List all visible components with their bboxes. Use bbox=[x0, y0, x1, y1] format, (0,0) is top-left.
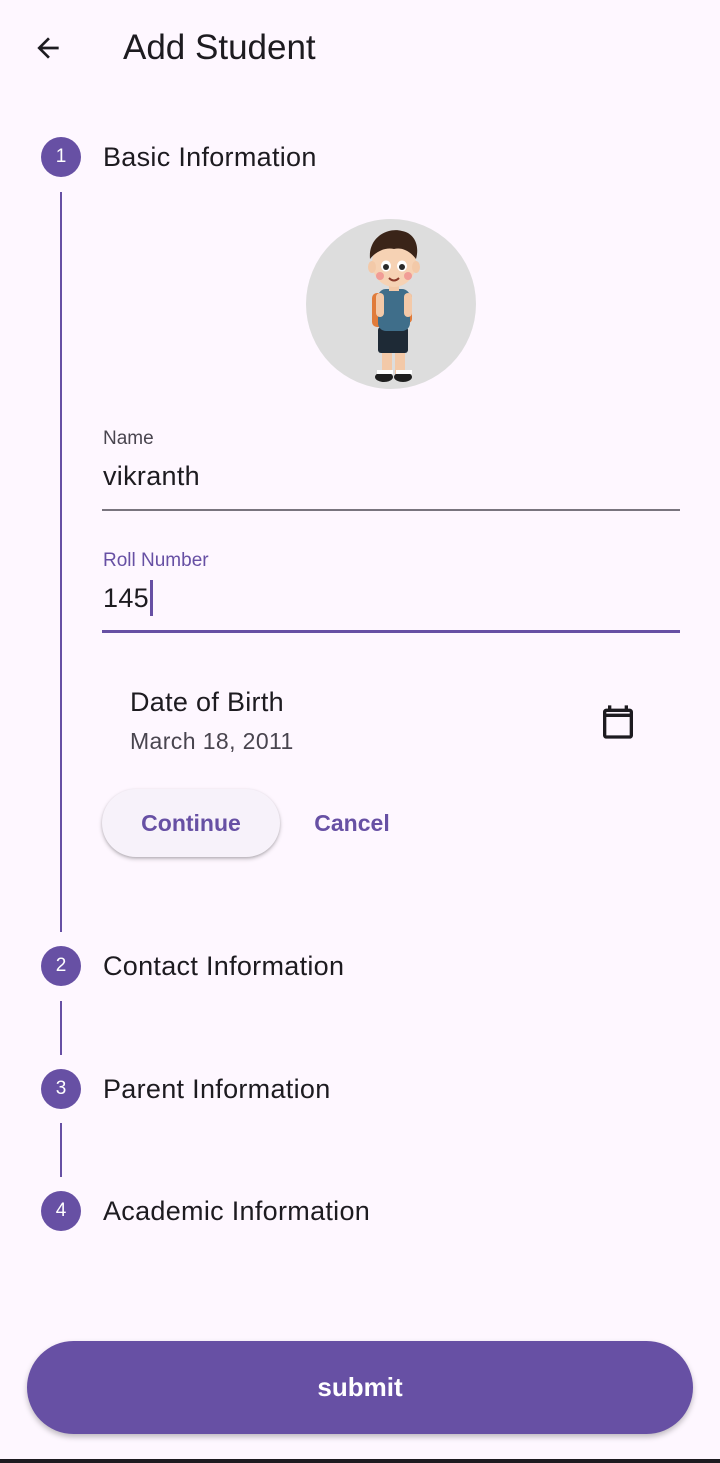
calendar-button[interactable] bbox=[594, 698, 642, 746]
roll-number-field[interactable]: 145 bbox=[103, 580, 153, 616]
back-button[interactable] bbox=[24, 24, 72, 72]
step-3-title[interactable]: Parent Information bbox=[103, 1069, 331, 1109]
step-3-indicator[interactable]: 3 bbox=[41, 1069, 81, 1109]
arrow-back-icon bbox=[37, 37, 59, 59]
dob-label: Date of Birth bbox=[130, 687, 284, 717]
step-1-indicator[interactable]: 1 bbox=[41, 137, 81, 177]
continue-button[interactable]: Continue bbox=[102, 789, 280, 857]
step-connector-2 bbox=[60, 1001, 62, 1055]
cancel-button[interactable]: Cancel bbox=[296, 789, 408, 857]
step-connector-3 bbox=[60, 1123, 62, 1177]
page-title: Add Student bbox=[123, 28, 316, 67]
step-4-title[interactable]: Academic Information bbox=[103, 1191, 370, 1231]
student-avatar[interactable] bbox=[306, 219, 476, 389]
dob-value[interactable]: March 18, 2011 bbox=[130, 726, 294, 756]
step-4-indicator[interactable]: 4 bbox=[41, 1191, 81, 1231]
step-2-title[interactable]: Contact Information bbox=[103, 946, 344, 986]
name-input[interactable]: vikranth bbox=[103, 458, 200, 494]
student-avatar-illustration bbox=[368, 230, 420, 382]
roll-number-label: Roll Number bbox=[103, 550, 209, 571]
name-underline bbox=[102, 509, 680, 511]
app-bar: Add Student bbox=[0, 0, 720, 96]
bottom-edge bbox=[0, 1459, 720, 1463]
name-label: Name bbox=[103, 428, 154, 449]
roll-number-underline bbox=[102, 630, 680, 633]
text-cursor bbox=[149, 580, 153, 616]
step-2-indicator[interactable]: 2 bbox=[41, 946, 81, 986]
step-1-title[interactable]: Basic Information bbox=[103, 137, 317, 177]
calendar-icon bbox=[603, 705, 633, 739]
step-connector-1 bbox=[60, 192, 62, 932]
submit-button[interactable]: submit bbox=[27, 1341, 693, 1434]
roll-number-input[interactable]: 145 bbox=[103, 583, 149, 613]
